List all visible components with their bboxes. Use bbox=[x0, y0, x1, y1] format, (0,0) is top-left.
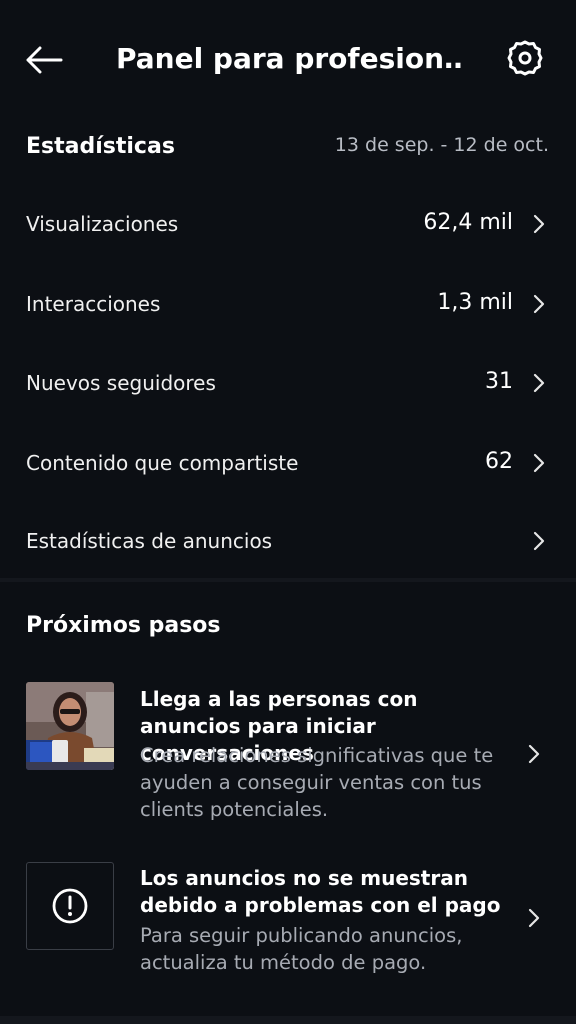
stat-row-ad-statistics[interactable]: Estadísticas de anuncios bbox=[0, 511, 576, 571]
chevron-right-icon bbox=[533, 373, 545, 393]
stat-label: Visualizaciones bbox=[26, 212, 179, 236]
chevron-right-icon bbox=[528, 908, 540, 928]
stat-label: Estadísticas de anuncios bbox=[26, 529, 273, 553]
stat-label: Contenido que compartiste bbox=[26, 451, 299, 475]
chevron-right-icon bbox=[533, 294, 545, 314]
page-title: Panel para profesion… bbox=[116, 42, 461, 75]
section-divider bbox=[0, 578, 576, 582]
statistics-heading: Estadísticas bbox=[26, 134, 175, 159]
stat-value: 62,4 mil bbox=[423, 210, 513, 235]
stat-row-shared-content[interactable]: Contenido que compartiste 62 bbox=[0, 433, 576, 493]
stat-row-views[interactable]: Visualizaciones 62,4 mil bbox=[0, 194, 576, 254]
stat-value: 31 bbox=[485, 369, 513, 394]
chevron-right-icon bbox=[533, 453, 545, 473]
next-step-card-ads[interactable]: Llega a las personas con anuncios para i… bbox=[0, 682, 576, 832]
gear-icon bbox=[507, 40, 543, 76]
chevron-right-icon bbox=[528, 744, 540, 764]
stat-value: 62 bbox=[485, 449, 513, 474]
card-description: Crea relaciones significativas que te ay… bbox=[140, 744, 494, 821]
alert-thumbnail bbox=[26, 862, 114, 950]
settings-button[interactable] bbox=[503, 36, 547, 80]
stat-label: Interacciones bbox=[26, 292, 161, 316]
stat-value: 1,3 mil bbox=[437, 290, 513, 315]
alert-circle-icon bbox=[52, 888, 88, 924]
top-app-bar: Panel para profesion… bbox=[0, 0, 576, 118]
date-range[interactable]: 13 de sep. - 12 de oct. bbox=[335, 132, 549, 158]
bottom-divider bbox=[0, 1016, 576, 1024]
stat-row-interactions[interactable]: Interacciones 1,3 mil bbox=[0, 274, 576, 334]
next-steps-heading: Próximos pasos bbox=[26, 613, 221, 638]
next-step-card-payment[interactable]: Los anuncios no se muestran debido a pro… bbox=[0, 862, 576, 982]
card-description: Para seguir publicando anuncios, actuali… bbox=[140, 924, 463, 974]
stat-label: Nuevos seguidores bbox=[26, 371, 216, 395]
arrow-left-icon bbox=[26, 46, 63, 74]
chevron-right-icon bbox=[533, 214, 545, 234]
person-photo-thumbnail bbox=[26, 682, 114, 770]
stat-row-new-followers[interactable]: Nuevos seguidores 31 bbox=[0, 353, 576, 413]
card-title: Los anuncios no se muestran debido a pro… bbox=[140, 866, 501, 917]
chevron-right-icon bbox=[533, 531, 545, 551]
back-button[interactable] bbox=[22, 38, 66, 82]
